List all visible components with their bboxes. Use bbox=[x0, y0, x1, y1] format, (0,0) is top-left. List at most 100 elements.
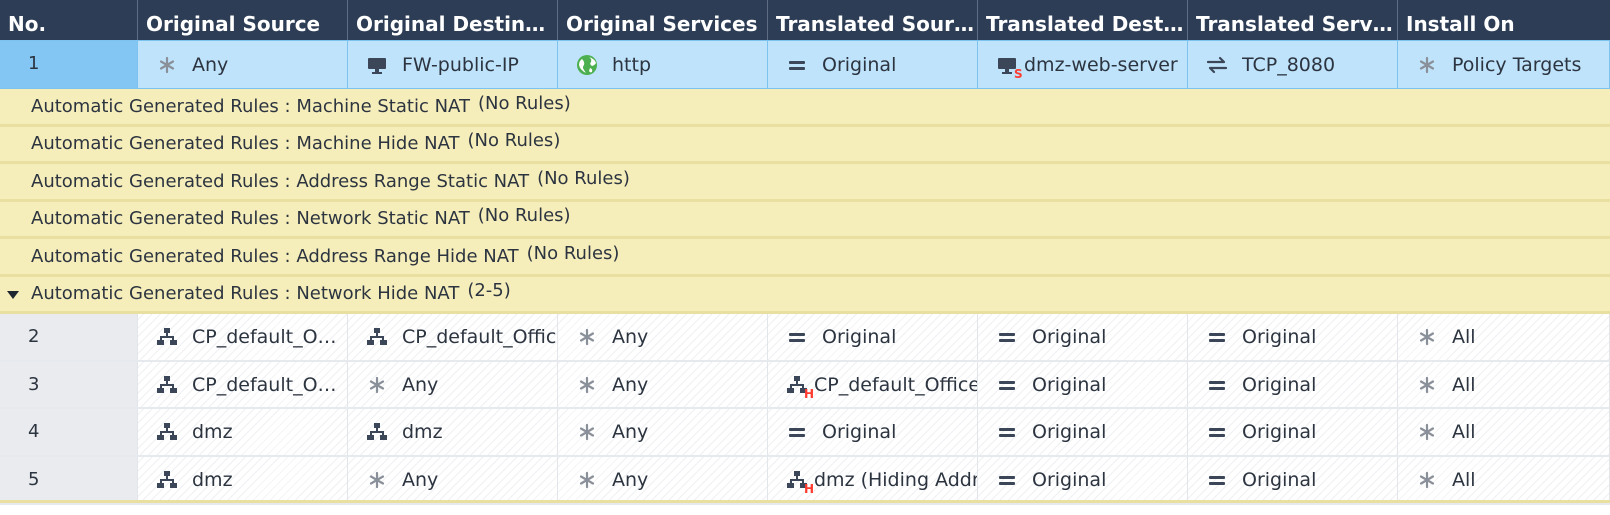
section-address-range-static-nat[interactable]: Automatic Generated Rules : Address Rang… bbox=[0, 164, 1610, 202]
equals-icon bbox=[996, 374, 1018, 396]
rule-number: 5 bbox=[0, 457, 138, 503]
original-services-cell[interactable]: Any bbox=[558, 409, 768, 456]
asterisk-icon bbox=[366, 374, 388, 396]
section-address-range-hide-nat[interactable]: Automatic Generated Rules : Address Rang… bbox=[0, 239, 1610, 277]
asterisk-icon bbox=[1416, 54, 1438, 76]
asterisk-icon bbox=[576, 469, 598, 491]
section-machine-static-nat[interactable]: Automatic Generated Rules : Machine Stat… bbox=[0, 89, 1610, 127]
asterisk-icon bbox=[576, 374, 598, 396]
translated-services-cell[interactable]: TCP_8080 bbox=[1188, 41, 1398, 88]
table-row[interactable]: 2 CP_default_Offi... CP_default_Office A… bbox=[0, 314, 1610, 362]
translated-destination-cell[interactable]: Original bbox=[978, 409, 1188, 456]
swap-arrows-icon bbox=[1206, 54, 1228, 76]
original-destination-cell[interactable]: FW-public-IP bbox=[348, 41, 558, 88]
next-section-edge bbox=[0, 500, 1610, 503]
asterisk-icon bbox=[366, 469, 388, 491]
table-row[interactable]: 3 CP_default_Offi... Any Any H CP_default… bbox=[0, 361, 1610, 410]
translated-source-cell[interactable]: Original bbox=[768, 409, 978, 456]
section-network-hide-nat[interactable]: Automatic Generated Rules : Network Hide… bbox=[0, 276, 1610, 314]
translated-services-cell[interactable]: Original bbox=[1188, 457, 1398, 503]
install-on-cell[interactable]: All bbox=[1398, 409, 1610, 456]
column-header-original-source[interactable]: Original Source bbox=[138, 0, 348, 40]
translated-destination-cell[interactable]: Original bbox=[978, 361, 1188, 408]
column-header-original-destination[interactable]: Original Destinati... bbox=[348, 0, 558, 40]
section-label: Automatic Generated Rules : Address Rang… bbox=[31, 170, 530, 192]
table-row[interactable]: 5 dmz Any Any Hdmz (Hiding Addr Original… bbox=[0, 457, 1610, 505]
original-source-cell[interactable]: CP_default_Offi... bbox=[138, 361, 348, 408]
original-services-cell[interactable]: http bbox=[558, 41, 768, 88]
column-header-translated-services[interactable]: Translated Services bbox=[1188, 0, 1398, 40]
original-source-cell[interactable]: dmz bbox=[138, 457, 348, 503]
install-on-cell[interactable]: All bbox=[1398, 361, 1610, 408]
translated-services-cell[interactable]: Original bbox=[1188, 361, 1398, 408]
install-on-cell[interactable]: Policy Targets bbox=[1398, 41, 1610, 88]
translated-destination-cell[interactable]: S dmz-web-server bbox=[978, 41, 1188, 88]
network-icon bbox=[366, 326, 388, 348]
original-source-cell[interactable]: dmz bbox=[138, 409, 348, 456]
install-on-cell[interactable]: All bbox=[1398, 314, 1610, 360]
column-header-translated-source[interactable]: Translated Source bbox=[768, 0, 978, 40]
section-label: Automatic Generated Rules : Machine Stat… bbox=[31, 95, 470, 117]
equals-icon bbox=[786, 326, 808, 348]
asterisk-icon bbox=[1416, 421, 1438, 443]
section-count: (No Rules) bbox=[477, 92, 571, 114]
original-services-cell[interactable]: Any bbox=[558, 361, 768, 408]
original-destination-cell[interactable]: Any bbox=[348, 361, 558, 408]
asterisk-icon bbox=[1416, 469, 1438, 491]
equals-icon bbox=[786, 421, 808, 443]
asterisk-icon bbox=[156, 54, 178, 76]
monitor-icon: S bbox=[996, 54, 1023, 80]
section-count: (No Rules) bbox=[477, 205, 571, 227]
original-services-cell[interactable]: Any bbox=[558, 314, 768, 360]
original-destination-cell[interactable]: Any bbox=[348, 457, 558, 503]
table-row-selected[interactable]: 1 Any FW-public-IP http Original S dmz-w… bbox=[0, 40, 1610, 89]
translated-source-cell[interactable]: Hdmz (Hiding Addr bbox=[768, 457, 978, 503]
translated-services-cell[interactable]: Original bbox=[1188, 314, 1398, 360]
equals-icon bbox=[996, 421, 1018, 443]
section-count: (No Rules) bbox=[467, 130, 561, 152]
nat-rules-table: No. Original Source Original Destinati..… bbox=[0, 0, 1610, 515]
translated-destination-cell[interactable]: Original bbox=[978, 314, 1188, 360]
section-machine-hide-nat[interactable]: Automatic Generated Rules : Machine Hide… bbox=[0, 126, 1610, 164]
translated-services-cell[interactable]: Original bbox=[1188, 409, 1398, 456]
column-header-install-on[interactable]: Install On bbox=[1398, 0, 1610, 40]
section-label: Automatic Generated Rules : Network Hide… bbox=[31, 283, 460, 305]
original-destination-cell[interactable]: CP_default_Office bbox=[348, 314, 558, 360]
equals-icon bbox=[996, 326, 1018, 348]
original-destination-cell[interactable]: dmz bbox=[348, 409, 558, 456]
collapse-arrow-icon[interactable] bbox=[7, 290, 19, 299]
hide-badge: H bbox=[804, 481, 815, 496]
section-count: (2-5) bbox=[467, 280, 511, 302]
equals-icon bbox=[1206, 469, 1228, 491]
translated-source-cell[interactable]: Original bbox=[768, 314, 978, 360]
hide-badge: H bbox=[804, 386, 815, 401]
asterisk-icon bbox=[1416, 374, 1438, 396]
column-header-original-services[interactable]: Original Services bbox=[558, 0, 768, 40]
table-row[interactable]: 4 dmz dmz Any Original Original Original… bbox=[0, 409, 1610, 458]
original-source-cell[interactable]: CP_default_Offi... bbox=[138, 314, 348, 360]
install-on-cell[interactable]: All bbox=[1398, 457, 1610, 503]
section-label: Automatic Generated Rules : Address Rang… bbox=[31, 245, 519, 267]
rule-number: 1 bbox=[0, 41, 138, 88]
translated-source-cell[interactable]: H CP_default_Office bbox=[768, 361, 978, 408]
original-source-cell[interactable]: Any bbox=[138, 41, 348, 88]
network-icon: H bbox=[786, 374, 814, 400]
equals-icon bbox=[786, 54, 808, 76]
network-icon bbox=[156, 469, 178, 491]
asterisk-icon bbox=[576, 326, 598, 348]
column-header-translated-destination[interactable]: Translated Destin... bbox=[978, 0, 1188, 40]
equals-icon bbox=[1206, 374, 1228, 396]
translated-source-cell[interactable]: Original bbox=[768, 41, 978, 88]
section-label: Automatic Generated Rules : Network Stat… bbox=[31, 208, 470, 230]
column-header-no[interactable]: No. bbox=[0, 0, 138, 40]
section-network-static-nat[interactable]: Automatic Generated Rules : Network Stat… bbox=[0, 201, 1610, 239]
equals-icon bbox=[1206, 326, 1228, 348]
original-services-cell[interactable]: Any bbox=[558, 457, 768, 503]
equals-icon bbox=[1206, 421, 1228, 443]
network-icon bbox=[156, 374, 178, 396]
section-label: Automatic Generated Rules : Machine Hide… bbox=[31, 133, 460, 155]
static-badge: S bbox=[1014, 66, 1023, 81]
monitor-icon bbox=[366, 54, 388, 76]
translated-destination-cell[interactable]: Original bbox=[978, 457, 1188, 503]
equals-icon bbox=[996, 469, 1018, 491]
